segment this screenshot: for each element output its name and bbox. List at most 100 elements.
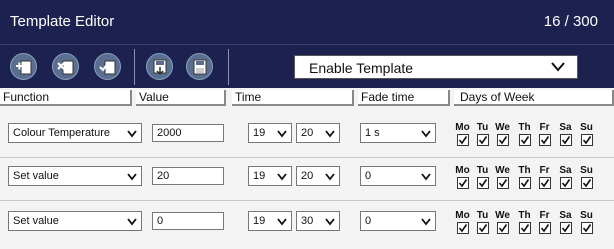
day-fr: Fr [536, 210, 553, 234]
minute-select-value: 20 [301, 127, 314, 139]
row-separator [0, 157, 614, 158]
day-sa: Sa [557, 165, 574, 189]
day-su: Su [578, 165, 595, 189]
add-document-icon [16, 60, 32, 75]
toolbar-divider [228, 49, 229, 85]
day-checkbox[interactable] [456, 222, 469, 234]
day-checkbox[interactable] [559, 134, 572, 146]
day-sa: Sa [557, 122, 574, 146]
day-checkbox[interactable] [476, 177, 489, 189]
day-tu: Tu [474, 122, 491, 146]
day-tu: Tu [474, 210, 491, 234]
apply-template-button[interactable] [94, 53, 121, 80]
day-label: We [495, 122, 510, 133]
fade-time-select[interactable]: 0 [360, 211, 436, 231]
minute-select[interactable]: 20 [296, 123, 340, 143]
save-icon [153, 59, 167, 76]
day-checkbox[interactable] [580, 134, 593, 146]
day-checkbox[interactable] [518, 177, 531, 189]
fade-time-select[interactable]: 0 [360, 166, 436, 186]
day-label: Sa [559, 122, 572, 133]
day-label: Su [580, 122, 593, 133]
day-label: Mo [455, 165, 470, 176]
hour-select-value: 19 [253, 127, 266, 139]
day-checkbox[interactable] [456, 134, 469, 146]
day-we: We [494, 210, 511, 234]
day-checkbox[interactable] [538, 222, 551, 234]
add-template-button[interactable] [10, 53, 37, 80]
fade-time-select[interactable]: 1 s [360, 123, 436, 143]
day-checkbox[interactable] [496, 134, 509, 146]
chevron-down-icon [421, 172, 431, 184]
chevron-down-icon [277, 172, 287, 184]
value-input[interactable]: 20 [152, 167, 224, 185]
day-checkbox[interactable] [559, 222, 572, 234]
day-sa: Sa [557, 210, 574, 234]
day-checkbox[interactable] [538, 134, 551, 146]
day-checkbox[interactable] [456, 177, 469, 189]
hour-select[interactable]: 19 [248, 123, 292, 143]
header-fade-time: Fade time [358, 90, 450, 106]
day-checkbox[interactable] [518, 222, 531, 234]
hour-select-value: 19 [253, 170, 266, 182]
chevron-down-icon [421, 217, 431, 229]
day-label: Su [580, 165, 593, 176]
day-label: Fr [539, 122, 550, 133]
function-select[interactable]: Colour Temperature [8, 123, 142, 143]
day-label: Sa [559, 210, 572, 221]
delete-template-button[interactable] [52, 53, 79, 80]
enable-template-value: Enable Template [309, 60, 414, 76]
function-select[interactable]: Set value [8, 211, 142, 231]
title-bar: Template Editor 16 / 300 [0, 0, 614, 44]
save-as-template-button[interactable] [186, 53, 213, 80]
minute-select[interactable]: 20 [296, 166, 340, 186]
template-row: Colour Temperature 2000 19 20 1 s Mo Tu We Th Fr S… [0, 121, 614, 161]
day-th: Th [516, 122, 533, 146]
header-value: Value [136, 90, 226, 106]
day-label: Tu [476, 122, 489, 133]
chevron-down-icon [325, 129, 335, 141]
day-su: Su [578, 210, 595, 234]
day-checkbox[interactable] [496, 177, 509, 189]
minute-select-value: 30 [301, 215, 314, 227]
day-checkbox[interactable] [476, 222, 489, 234]
header-days-of-week: Days of Week [454, 90, 614, 106]
page-title: Template Editor [10, 13, 115, 30]
chevron-down-icon [325, 172, 335, 184]
day-th: Th [516, 210, 533, 234]
save-template-button[interactable] [146, 53, 173, 80]
fade-time-select-value: 0 [365, 170, 372, 182]
day-checkbox[interactable] [476, 134, 489, 146]
fade-time-select-value: 1 s [365, 127, 380, 139]
day-checkbox[interactable] [518, 134, 531, 146]
day-label: We [495, 165, 510, 176]
chevron-down-icon [277, 217, 287, 229]
function-select-value: Set value [13, 215, 59, 227]
check-document-icon [99, 60, 116, 75]
minute-select[interactable]: 30 [296, 211, 340, 231]
day-checkbox[interactable] [538, 177, 551, 189]
day-label: Fr [539, 210, 550, 221]
value-input[interactable]: 2000 [152, 124, 224, 142]
chevron-down-icon [277, 129, 287, 141]
day-checkbox[interactable] [580, 222, 593, 234]
header-time: Time [232, 90, 354, 106]
value-input[interactable]: 0 [152, 212, 224, 230]
function-select-value: Colour Temperature [13, 127, 111, 139]
enable-template-select[interactable]: Enable Template [294, 55, 578, 79]
template-row: Set value 0 19 30 0 Mo Tu We Th Fr Sa Su [0, 209, 614, 249]
value-input-text: 20 [157, 170, 170, 182]
day-checkbox[interactable] [559, 177, 572, 189]
function-select[interactable]: Set value [8, 166, 142, 186]
hour-select[interactable]: 19 [248, 166, 292, 186]
day-su: Su [578, 122, 595, 146]
day-checkbox[interactable] [580, 177, 593, 189]
toolbar-divider [134, 49, 135, 85]
day-mo: Mo [454, 122, 471, 146]
day-checkbox[interactable] [496, 222, 509, 234]
template-counter: 16 / 300 [543, 13, 598, 30]
day-label: Th [518, 122, 531, 133]
hour-select[interactable]: 19 [248, 211, 292, 231]
chevron-down-icon [127, 172, 137, 184]
chevron-down-icon [421, 129, 431, 141]
